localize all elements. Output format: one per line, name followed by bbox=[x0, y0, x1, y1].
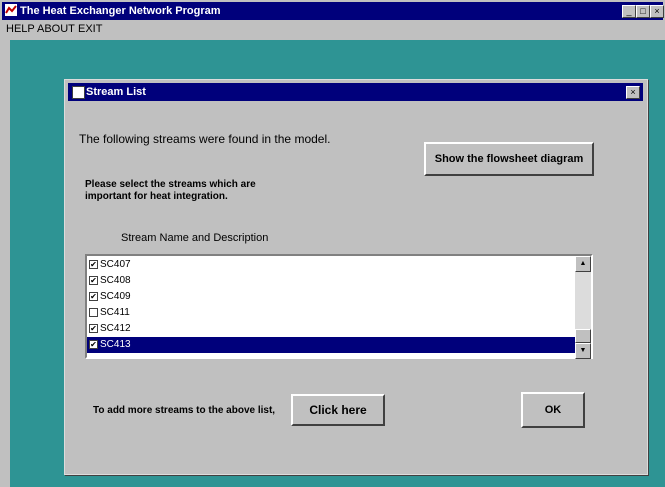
stream-name: SC411 bbox=[100, 307, 130, 318]
stream-list-dialog: Stream List × The following streams were… bbox=[64, 79, 648, 475]
dialog-titlebar[interactable]: Stream List × bbox=[68, 83, 643, 101]
stream-name: SC408 bbox=[100, 275, 131, 286]
list-item[interactable]: ✔ SC413 bbox=[87, 337, 575, 353]
close-button[interactable]: × bbox=[650, 5, 664, 18]
scroll-down-button[interactable]: ▼ bbox=[575, 343, 591, 359]
stream-name: SC412 bbox=[100, 323, 131, 334]
menu-about[interactable]: ABOUT bbox=[37, 22, 75, 36]
stream-name: SC413 bbox=[100, 339, 131, 350]
stream-checkbox[interactable]: ✔ bbox=[89, 340, 98, 349]
stream-name: SC407 bbox=[100, 259, 131, 270]
list-item[interactable]: ✔ SC412 bbox=[87, 321, 575, 337]
list-item[interactable]: ✔ SC409 bbox=[87, 289, 575, 305]
menu-exit[interactable]: EXIT bbox=[78, 22, 102, 36]
instruction-line-2: important for heat integration. bbox=[85, 191, 228, 202]
scroll-up-button[interactable]: ▲ bbox=[575, 256, 591, 272]
stream-checkbox[interactable]: ✔ bbox=[89, 292, 98, 301]
list-item[interactable]: ✔ SC407 bbox=[87, 257, 575, 273]
dialog-close-button[interactable]: × bbox=[626, 86, 640, 99]
instruction-text: Please select the streams which are impo… bbox=[85, 179, 256, 203]
ok-button[interactable]: OK bbox=[521, 392, 585, 428]
click-here-button[interactable]: Click here bbox=[291, 394, 385, 426]
column-header: Stream Name and Description bbox=[121, 232, 269, 244]
menu-bar: HELP ABOUT EXIT bbox=[2, 21, 663, 38]
dialog-icon bbox=[72, 86, 85, 99]
stream-checkbox[interactable]: ✔ bbox=[89, 276, 98, 285]
app-title: The Heat Exchanger Network Program bbox=[20, 5, 221, 17]
add-streams-text: To add more streams to the above list, bbox=[93, 405, 276, 416]
app-titlebar[interactable]: The Heat Exchanger Network Program _ □ × bbox=[2, 2, 664, 20]
vertical-scrollbar[interactable]: ▲ ▼ bbox=[575, 256, 591, 359]
menu-help[interactable]: HELP bbox=[6, 22, 35, 36]
show-flowsheet-button[interactable]: Show the flowsheet diagram bbox=[424, 142, 594, 176]
stream-listbox[interactable]: ✔ SC407 ✔ SC408 ✔ SC409 SC411 ✔ SC412 ✔ SC413 ▲ ▼ bbox=[85, 254, 593, 359]
intro-text: The following streams were found in the … bbox=[79, 132, 331, 146]
stream-rows: ✔ SC407 ✔ SC408 ✔ SC409 SC411 ✔ SC412 ✔ SC413 bbox=[87, 257, 575, 353]
app-icon bbox=[5, 4, 17, 16]
app-window: The Heat Exchanger Network Program _ □ ×… bbox=[0, 0, 665, 487]
stream-checkbox[interactable]: ✔ bbox=[89, 260, 98, 269]
list-item[interactable]: SC411 bbox=[87, 305, 575, 321]
minimize-button[interactable]: _ bbox=[622, 5, 636, 18]
stream-name: SC409 bbox=[100, 291, 131, 302]
dialog-title: Stream List bbox=[86, 86, 146, 98]
scroll-thumb[interactable] bbox=[575, 329, 591, 343]
stream-checkbox[interactable]: ✔ bbox=[89, 324, 98, 333]
instruction-line-1: Please select the streams which are bbox=[85, 179, 256, 190]
maximize-button[interactable]: □ bbox=[636, 5, 650, 18]
stream-checkbox[interactable] bbox=[89, 308, 98, 317]
list-item[interactable]: ✔ SC408 bbox=[87, 273, 575, 289]
